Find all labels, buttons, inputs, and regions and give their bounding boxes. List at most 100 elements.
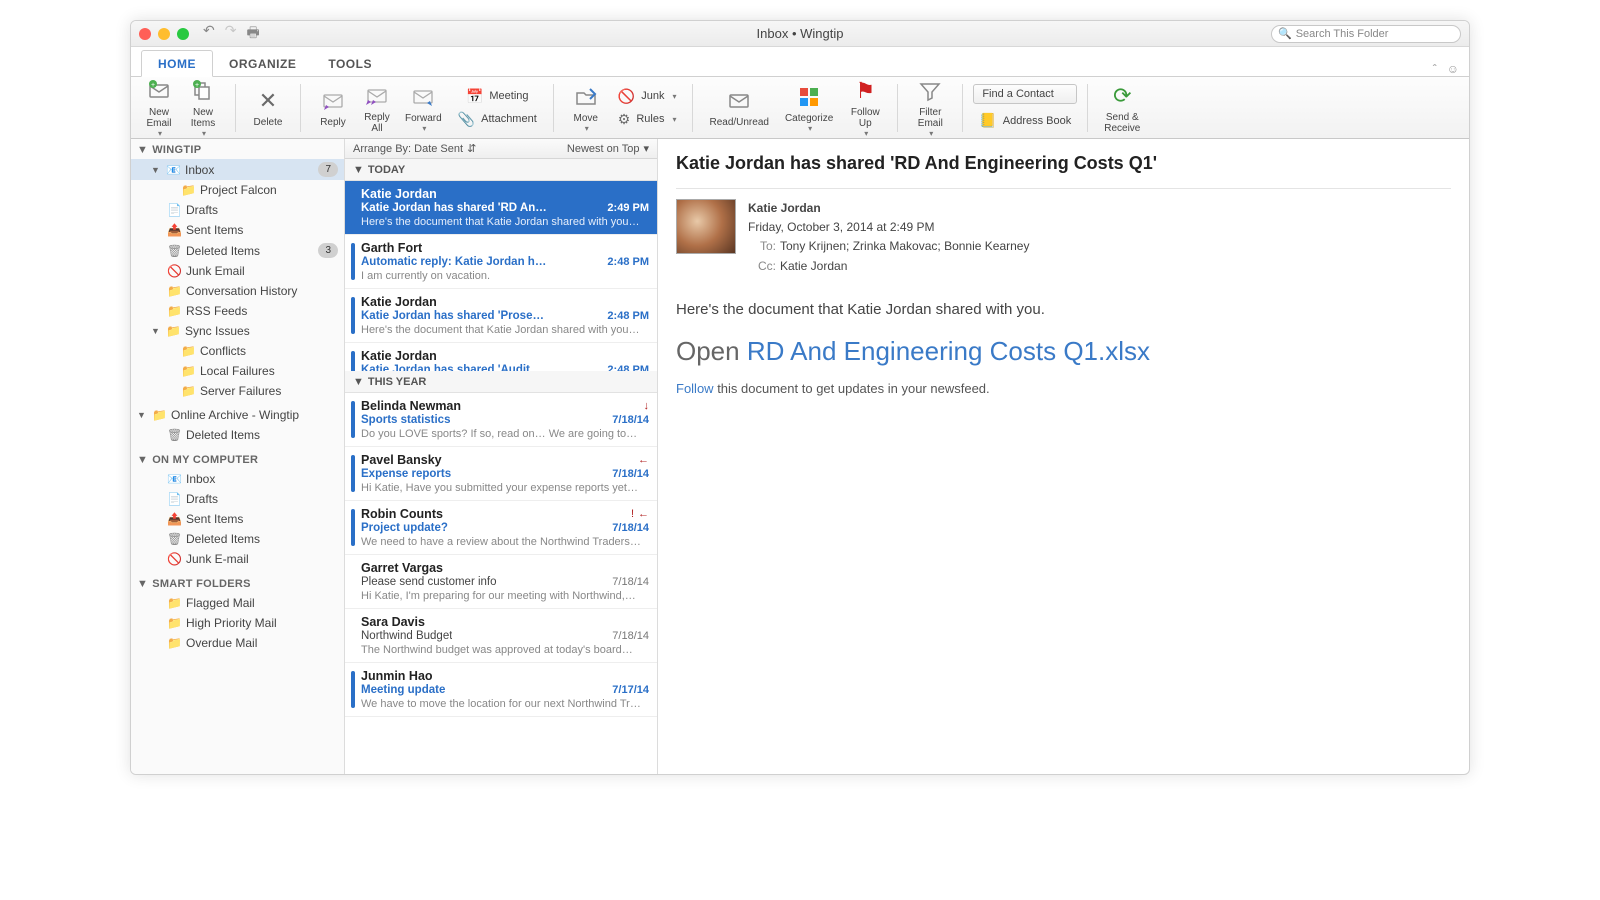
redo-icon[interactable]: ↷ — [225, 22, 237, 46]
sidebar-item-junk[interactable]: 🚫Junk Email — [131, 261, 344, 281]
message-item[interactable]: Sara Davis Northwind Budget7/18/14 The N… — [345, 609, 657, 663]
close-window-button[interactable] — [139, 28, 151, 40]
sidebar-item-rss[interactable]: 📁RSS Feeds — [131, 301, 344, 321]
outlook-window: ↶ ↷ 🖶 Inbox • Wingtip 🔍 Search This Fold… — [130, 20, 1470, 775]
sidebar-item-inbox[interactable]: ▼📧Inbox 7 — [131, 159, 344, 180]
message-item[interactable]: Belinda Newman↓ Sports statistics7/18/14… — [345, 393, 657, 447]
open-document-link[interactable]: RD And Engineering Costs Q1.xlsx — [747, 336, 1150, 366]
categorize-button[interactable]: Categorize — [779, 81, 839, 135]
tab-organize[interactable]: ORGANIZE — [213, 51, 312, 76]
ribbon: + New Email + New Items ✕ Delete Reply R… — [131, 77, 1469, 139]
undo-icon[interactable]: ↶ — [203, 22, 215, 46]
ribbon-tabs: HOME ORGANIZE TOOLS ˆ ☺ — [131, 47, 1469, 77]
filter-email-button[interactable]: Filter Email — [908, 75, 952, 140]
search-placeholder: Search This Folder — [1296, 28, 1389, 40]
sidebar-item-local-failures[interactable]: 📁Local Failures — [131, 361, 344, 381]
message-item[interactable]: Pavel Bansky← Expense reports7/18/14 Hi … — [345, 447, 657, 501]
chevron-down-icon: ▼ — [353, 376, 364, 388]
address-book-icon: 📒 — [979, 112, 996, 129]
junk-icon: 🚫 — [618, 88, 635, 105]
sidebar-item-flagged[interactable]: 📁Flagged Mail — [131, 593, 344, 613]
sidebar-item-online-archive[interactable]: ▼📁Online Archive - Wingtip — [131, 405, 344, 425]
junk-button[interactable]: 🚫 Junk — [612, 86, 683, 107]
read-unread-button[interactable]: Read/Unread — [703, 85, 774, 130]
message-item[interactable]: Garret Vargas Please send customer info7… — [345, 555, 657, 609]
help-icon[interactable]: ☺ — [1447, 62, 1459, 76]
smart-folders-header[interactable]: ▼SMART FOLDERS — [131, 575, 344, 593]
message-item[interactable]: Robin Counts!← Project update?7/18/14 We… — [345, 501, 657, 555]
tab-home[interactable]: HOME — [141, 50, 213, 77]
sidebar-item-sent[interactable]: 📤Sent Items — [131, 220, 344, 240]
follow-line: Follow this document to get updates in y… — [676, 381, 1451, 396]
sidebar-item-omc-junk[interactable]: 🚫Junk E-mail — [131, 549, 344, 569]
search-icon: 🔍 — [1278, 27, 1292, 40]
sidebar-item-sync-issues[interactable]: ▼📁Sync Issues — [131, 321, 344, 341]
attachment-button[interactable]: 📎 Attachment — [452, 109, 543, 130]
open-document-line: Open RD And Engineering Costs Q1.xlsx — [676, 336, 1451, 367]
account-header[interactable]: ▼WINGTIP — [131, 141, 344, 159]
message-item[interactable]: Garth Fort Automatic reply: Katie Jordan… — [345, 235, 657, 289]
main-body: ▼WINGTIP ▼📧Inbox 7 📁Project Falcon 📄Draf… — [131, 139, 1469, 774]
arrange-by-label: Arrange By: Date Sent — [353, 143, 463, 155]
on-my-computer-header[interactable]: ▼ON MY COMPUTER — [131, 451, 344, 469]
quick-access-toolbar: ↶ ↷ 🖶 — [203, 22, 260, 46]
deleted-count-badge: 3 — [318, 243, 338, 258]
rules-button[interactable]: ⚙ Rules — [612, 109, 683, 130]
message-list-year: Belinda Newman↓ Sports statistics7/18/14… — [345, 393, 657, 774]
message-date: Friday, October 3, 2014 at 2:49 PM — [748, 218, 1029, 237]
group-this-year[interactable]: ▼THIS YEAR — [345, 371, 657, 393]
sidebar-item-omc-sent[interactable]: 📤Sent Items — [131, 509, 344, 529]
follow-up-button[interactable]: ⚑ Follow Up — [843, 75, 887, 140]
message-to: Tony Krijnen; Zrinka Makovac; Bonnie Kea… — [780, 239, 1029, 253]
sidebar-item-server-failures[interactable]: 📁Server Failures — [131, 381, 344, 401]
arrange-bar[interactable]: Arrange By: Date Sent ⇵ Newest on Top▾ — [345, 139, 657, 159]
attachment-icon: 📎 — [458, 111, 475, 128]
minimize-window-button[interactable] — [158, 28, 170, 40]
forward-button[interactable]: Forward — [399, 81, 448, 135]
sidebar-item-project-falcon[interactable]: 📁Project Falcon — [131, 180, 344, 200]
message-item[interactable]: Junmin Hao Meeting update7/17/14 We have… — [345, 663, 657, 717]
follow-link[interactable]: Follow — [676, 381, 714, 396]
sidebar-item-deleted[interactable]: 🗑Deleted Items3 — [131, 240, 344, 261]
send-receive-button[interactable]: ⟳ Send & Receive — [1098, 80, 1146, 136]
chevron-down-icon: ▼ — [353, 164, 364, 176]
inbox-count-badge: 7 — [318, 162, 338, 177]
folder-pane: ▼WINGTIP ▼📧Inbox 7 📁Project Falcon 📄Draf… — [131, 139, 345, 774]
calendar-icon: 📅 — [466, 88, 483, 105]
address-book-button[interactable]: 📒 Address Book — [973, 110, 1077, 131]
message-item[interactable]: Katie Jordan Katie Jordan has shared 'Au… — [345, 343, 657, 371]
sidebar-item-oa-deleted[interactable]: 🗑Deleted Items — [131, 425, 344, 445]
message-body: Here's the document that Katie Jordan sh… — [676, 298, 1451, 322]
sidebar-item-overdue[interactable]: 📁Overdue Mail — [131, 633, 344, 653]
sidebar-item-conversation-history[interactable]: 📁Conversation History — [131, 281, 344, 301]
sidebar-item-omc-drafts[interactable]: 📄Drafts — [131, 489, 344, 509]
reading-pane: Katie Jordan has shared 'RD And Engineer… — [658, 139, 1469, 774]
move-button[interactable]: Move — [564, 81, 608, 135]
svg-text:+: + — [151, 82, 155, 89]
search-field[interactable]: 🔍 Search This Folder — [1271, 25, 1461, 43]
sidebar-item-omc-inbox[interactable]: 📧Inbox — [131, 469, 344, 489]
reply-button[interactable]: Reply — [311, 85, 355, 130]
zoom-window-button[interactable] — [177, 28, 189, 40]
message-list-pane: Arrange By: Date Sent ⇵ Newest on Top▾ ▼… — [345, 139, 658, 774]
rules-icon: ⚙ — [618, 111, 631, 128]
sender-avatar — [676, 199, 736, 254]
message-from: Katie Jordan — [748, 199, 1029, 218]
group-today[interactable]: ▼TODAY — [345, 159, 657, 181]
chevron-down-icon: ▾ — [643, 142, 649, 155]
print-icon[interactable]: 🖶 — [246, 22, 259, 46]
find-contact-button[interactable]: Find a Contact — [973, 84, 1077, 104]
sidebar-item-high-priority[interactable]: 📁High Priority Mail — [131, 613, 344, 633]
collapse-ribbon-icon[interactable]: ˆ — [1433, 62, 1437, 76]
tab-tools[interactable]: TOOLS — [312, 51, 388, 76]
sidebar-item-conflicts[interactable]: 📁Conflicts — [131, 341, 344, 361]
new-email-button[interactable]: + New Email — [137, 75, 181, 140]
reply-all-button[interactable]: Reply All — [355, 80, 399, 136]
message-item[interactable]: Katie Jordan Katie Jordan has shared 'RD… — [345, 181, 657, 235]
delete-button[interactable]: ✕ Delete — [246, 85, 290, 130]
meeting-button[interactable]: 📅 Meeting — [452, 86, 543, 107]
sidebar-item-drafts[interactable]: 📄Drafts — [131, 200, 344, 220]
new-items-button[interactable]: + New Items — [181, 75, 225, 140]
message-item[interactable]: Katie Jordan Katie Jordan has shared 'Pr… — [345, 289, 657, 343]
sidebar-item-omc-deleted[interactable]: 🗑Deleted Items — [131, 529, 344, 549]
